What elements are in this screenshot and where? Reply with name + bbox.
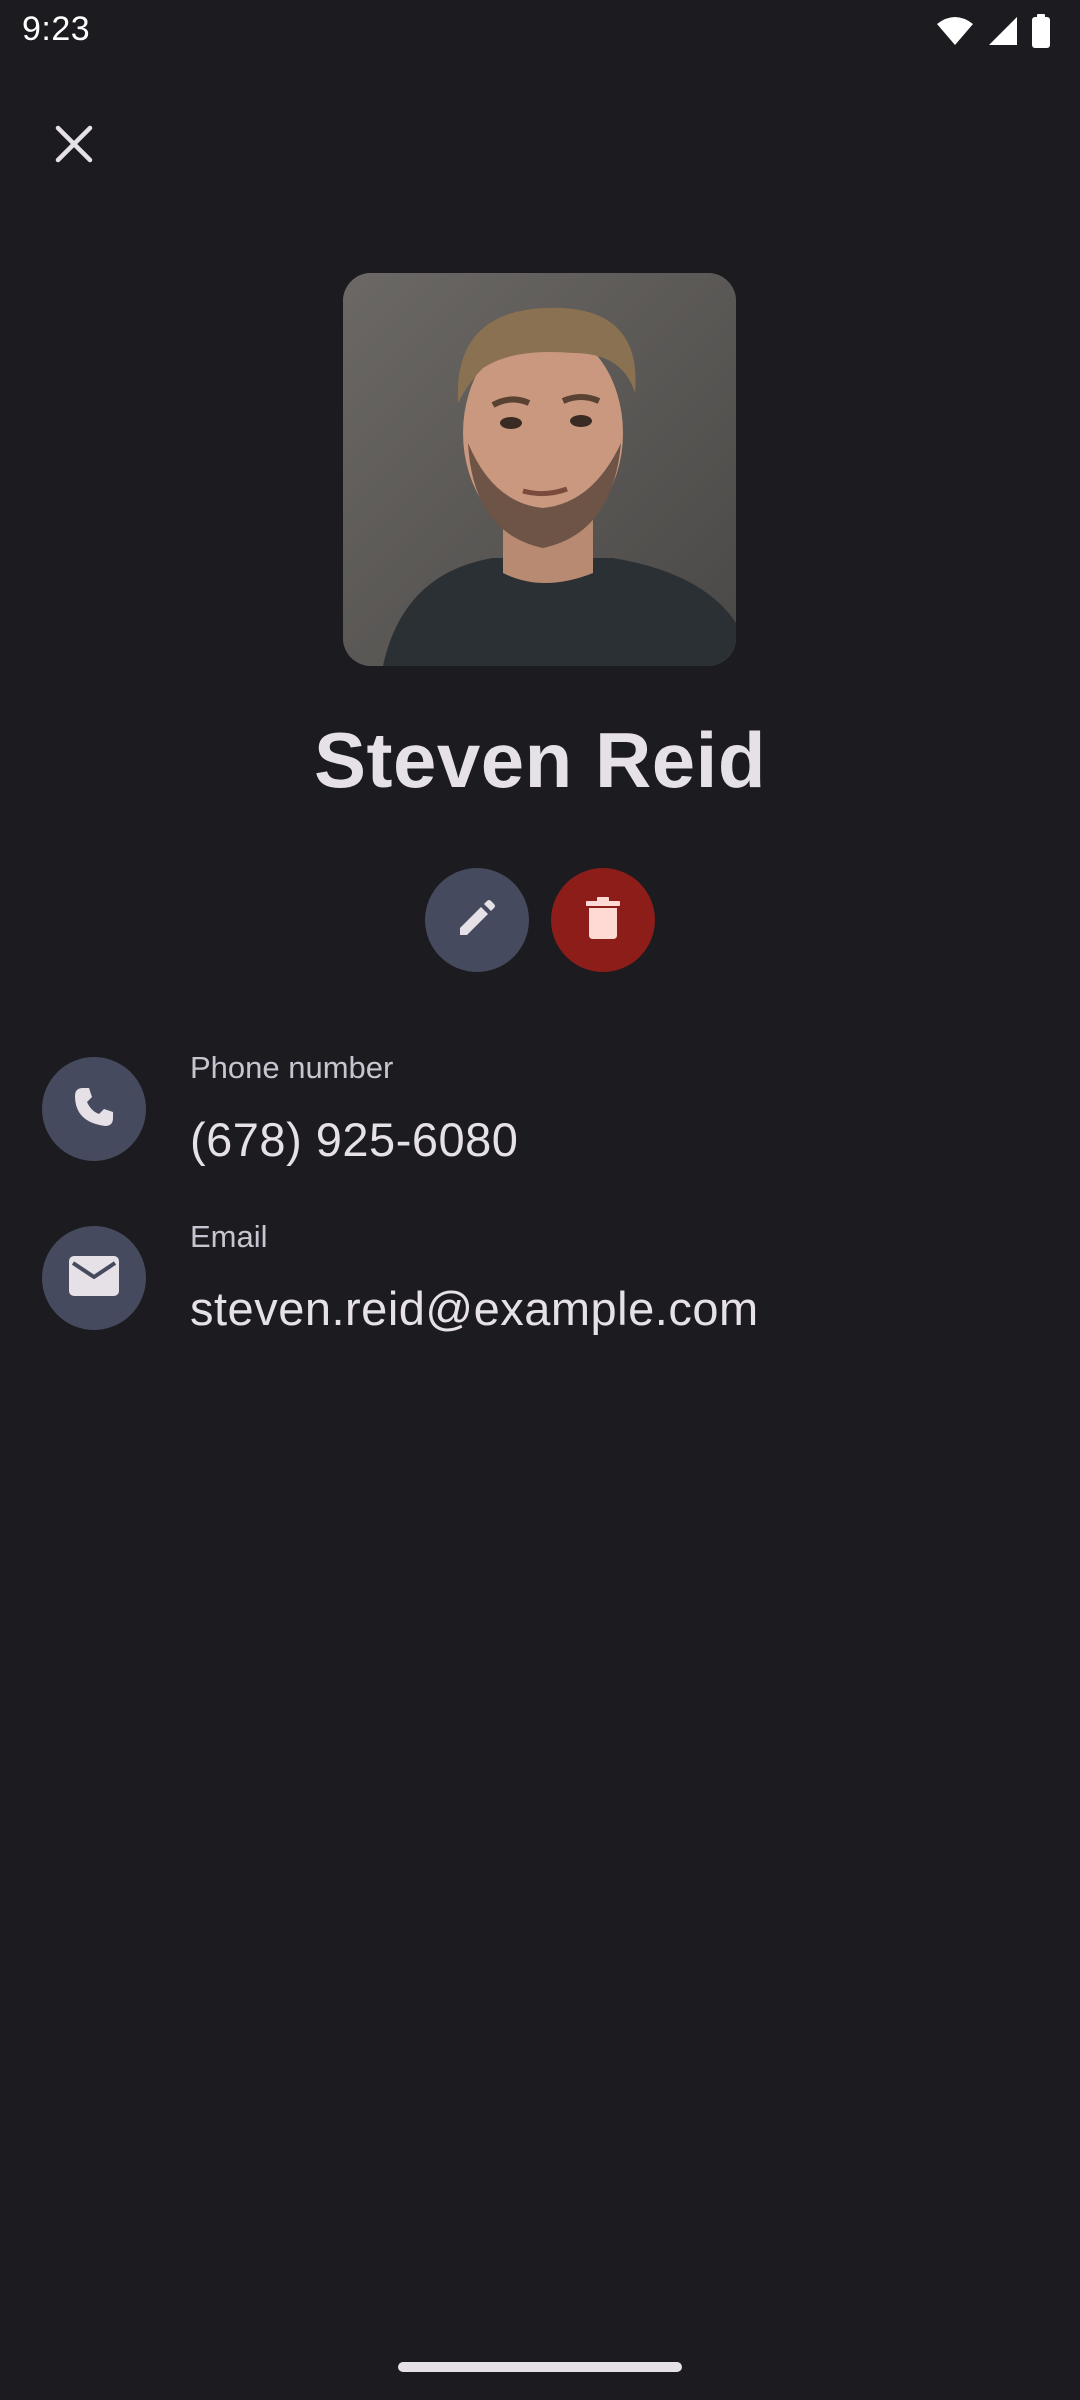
phone-value[interactable]: (678) 925-6080 xyxy=(190,1112,518,1167)
phone-icon xyxy=(71,1084,117,1135)
contact-detail-screen: 9:23 Steven Reid Phone number (678) 925-… xyxy=(0,0,1080,2400)
battery-icon xyxy=(1032,14,1050,48)
home-indicator[interactable] xyxy=(398,2362,682,2372)
edit-button[interactable] xyxy=(425,868,529,972)
status-icons xyxy=(936,14,1050,48)
delete-button[interactable] xyxy=(551,868,655,972)
cellular-signal-icon xyxy=(988,16,1018,46)
phone-label: Phone number xyxy=(190,1050,394,1085)
email-label: Email xyxy=(190,1219,268,1254)
pencil-icon xyxy=(454,895,500,946)
trash-icon xyxy=(583,895,623,946)
status-time: 9:23 xyxy=(22,10,91,48)
close-button[interactable] xyxy=(40,112,108,180)
email-value[interactable]: steven.reid@example.com xyxy=(190,1281,759,1336)
wifi-icon xyxy=(936,16,974,46)
close-icon xyxy=(55,125,93,168)
contact-photo xyxy=(343,273,736,666)
phone-icon-circle xyxy=(42,1057,146,1161)
email-icon-circle xyxy=(42,1226,146,1330)
mail-icon xyxy=(68,1255,120,1302)
contact-name: Steven Reid xyxy=(314,716,766,804)
